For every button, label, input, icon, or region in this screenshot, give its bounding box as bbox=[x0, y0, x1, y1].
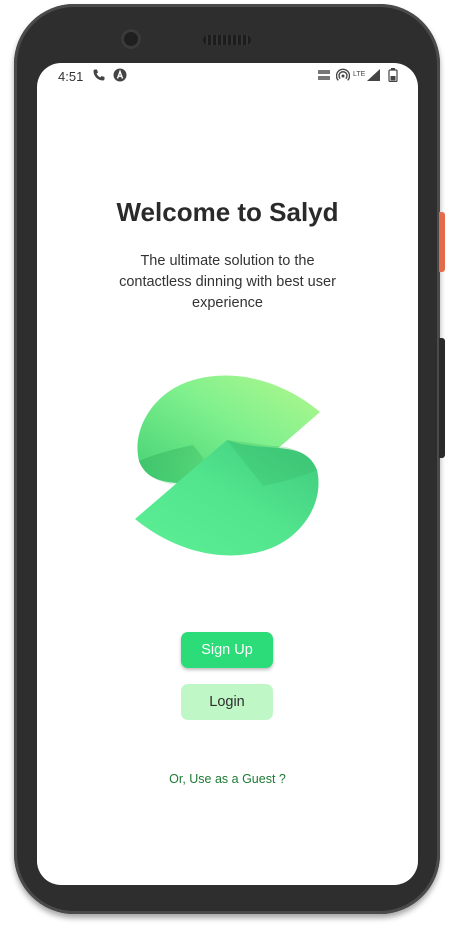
battery-icon bbox=[388, 68, 398, 83]
lte-signal-icon: LTE bbox=[353, 68, 381, 82]
hotspot-icon bbox=[335, 68, 351, 82]
guest-link[interactable]: Or, Use as a Guest ? bbox=[37, 772, 418, 786]
welcome-title: Welcome to Salyd bbox=[116, 197, 339, 227]
power-button bbox=[439, 212, 445, 272]
welcome-subtitle: The ultimate solution to the contactless… bbox=[119, 253, 336, 311]
a-icon bbox=[113, 68, 127, 82]
front-camera bbox=[121, 29, 141, 49]
app-screen: 4:51 LTE Welcome to Salyd The ultimate s… bbox=[37, 63, 418, 885]
lte-label: LTE bbox=[353, 71, 366, 78]
phone-icon bbox=[92, 68, 106, 82]
salyd-logo bbox=[133, 373, 323, 558]
status-bar: 4:51 LTE bbox=[37, 63, 418, 89]
status-time: 4:51 bbox=[58, 69, 84, 84]
wifi-lte-icon bbox=[317, 69, 331, 81]
volume-button bbox=[439, 338, 445, 458]
earpiece-speaker bbox=[203, 35, 251, 45]
login-button[interactable]: Login bbox=[181, 684, 273, 720]
sign-up-button[interactable]: Sign Up bbox=[181, 632, 273, 668]
